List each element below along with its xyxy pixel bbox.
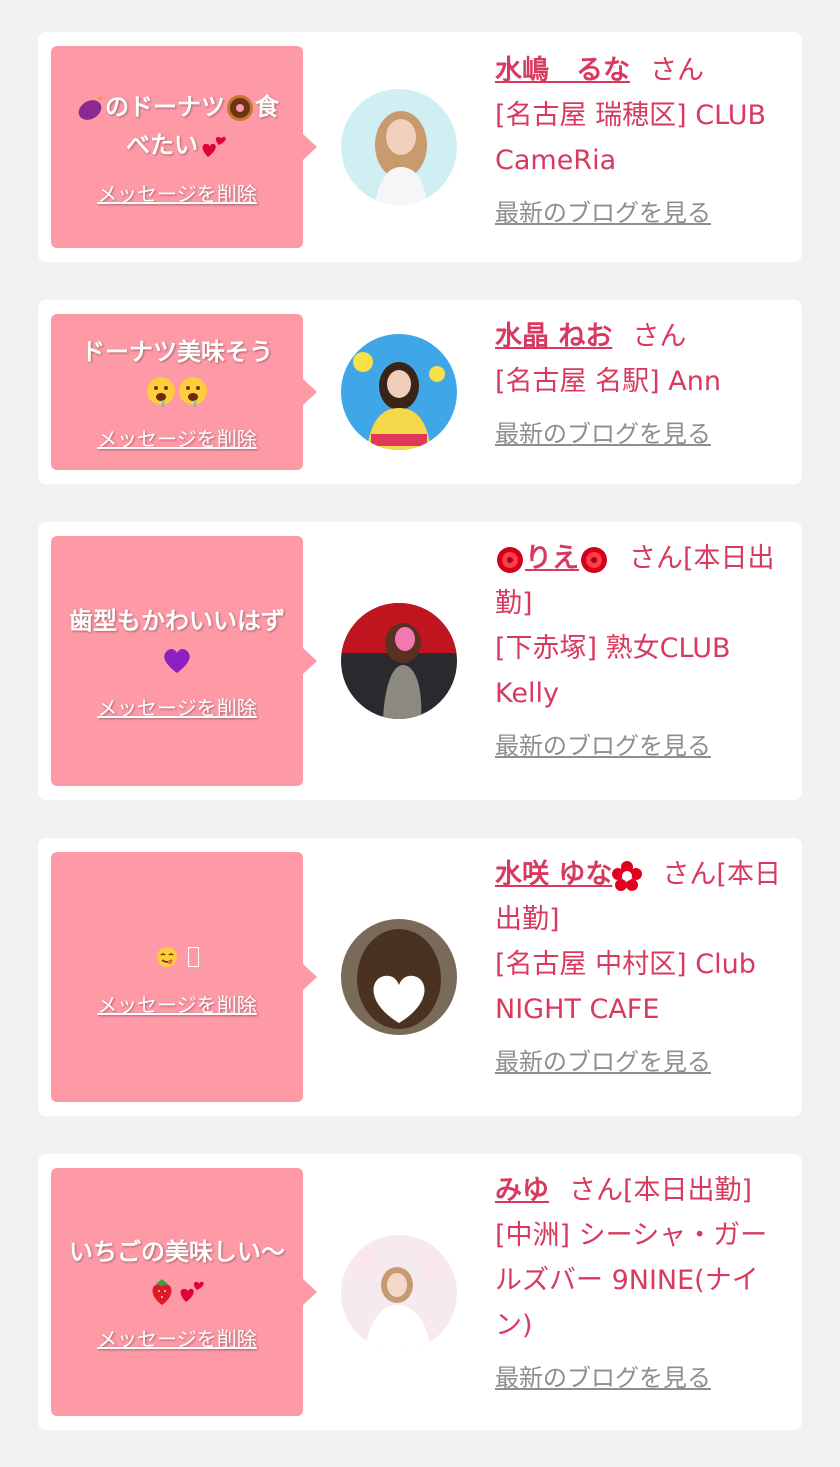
message-text: [155, 937, 199, 975]
shop-info: [名古屋 中村区] Club NIGHT CAFE: [495, 949, 756, 1025]
delete-message-link[interactable]: メッセージを削除: [97, 1323, 257, 1352]
drooling-face-icon: [179, 376, 207, 407]
avatar[interactable]: [341, 919, 457, 1035]
message-bubble: メッセージを削除: [51, 852, 317, 1102]
cast-name-link[interactable]: 水晶 ねお: [495, 321, 612, 352]
donut-icon: [227, 94, 253, 121]
honorific: さん: [632, 321, 687, 352]
avatar[interactable]: [341, 603, 457, 719]
latest-blog-link[interactable]: 最新のブログを見る: [495, 416, 782, 452]
message-bubble: いちごの美味しい〜 メッセージを削除: [51, 1168, 317, 1416]
cast-name-link[interactable]: りえ: [495, 543, 609, 574]
message-card: 歯型もかわいいはず メッセージを削除 りえ さん[本日出勤] [下赤塚] 熟女CL…: [38, 522, 802, 800]
message-text: ドーナツ美味そう: [81, 333, 273, 409]
unknown-glyph-icon: [187, 946, 199, 967]
cast-info: 水晶 ねお さん [名古屋 名駅] Ann 最新のブログを見る: [495, 314, 782, 452]
shop-info: [名古屋 瑞穂区] CLUB CameRia: [495, 100, 767, 176]
delete-message-link[interactable]: メッセージを削除: [97, 692, 257, 721]
honorific: さん[本日出勤]: [569, 1175, 753, 1206]
yummy-face-icon: [157, 946, 178, 967]
message-text: 歯型もかわいいはず: [65, 602, 289, 678]
drooling-face-icon: [147, 376, 175, 407]
message-card: メッセージを削除 水咲 ゆな さん[本日出勤] [名古屋 中村区] Club NI…: [38, 838, 802, 1116]
message-card: ドーナツ美味そう メッセージを削除 水晶 ねお さん [名古屋 名駅] Ann 最…: [38, 300, 802, 484]
rose-icon: [497, 546, 523, 573]
cast-info: 水嶋 るな さん [名古屋 瑞穂区] CLUB CameRia 最新のブログを見る: [495, 48, 782, 231]
latest-blog-link[interactable]: 最新のブログを見る: [495, 1360, 782, 1396]
latest-blog-link[interactable]: 最新のブログを見る: [495, 195, 782, 231]
shop-info: [名古屋 名駅] Ann: [495, 366, 721, 397]
cast-name-link[interactable]: 水嶋 るな: [495, 55, 630, 86]
cast-name-link[interactable]: みゆ: [495, 1175, 549, 1206]
delete-message-link[interactable]: メッセージを削除: [97, 989, 257, 1018]
message-bubble: ドーナツ美味そう メッセージを削除: [51, 314, 317, 470]
shop-info: [中洲] シーシャ・ガールズバー 9NINE(ナイン): [495, 1220, 768, 1341]
avatar[interactable]: [341, 334, 457, 450]
purple-heart-icon: [164, 648, 190, 673]
message-text: のドーナツ 食べたい: [65, 88, 289, 164]
latest-blog-link[interactable]: 最新のブログを見る: [495, 728, 782, 764]
flower-icon: [612, 860, 643, 891]
honorific: さん: [650, 55, 704, 86]
delete-message-link[interactable]: メッセージを削除: [97, 178, 257, 207]
delete-message-link[interactable]: メッセージを削除: [97, 423, 257, 452]
message-card: いちごの美味しい〜 メッセージを削除 みゆ さん[本日出勤] [中洲] シーシャ・…: [38, 1154, 802, 1430]
rose-icon: [581, 546, 607, 573]
two-hearts-icon: [202, 136, 226, 157]
sweet-potato-icon: [78, 95, 102, 120]
two-hearts-icon: [180, 1281, 204, 1302]
shop-info: [下赤塚] 熟女CLUB Kelly: [495, 633, 731, 709]
avatar[interactable]: [341, 1235, 457, 1351]
message-text: いちごの美味しい〜: [65, 1233, 289, 1309]
cast-info: 水咲 ゆな さん[本日出勤] [名古屋 中村区] Club NIGHT CAFE …: [495, 852, 782, 1080]
strawberry-icon: [152, 1278, 172, 1305]
cast-info: りえ さん[本日出勤] [下赤塚] 熟女CLUB Kelly 最新のブログを見る: [495, 536, 782, 764]
cast-info: みゆ さん[本日出勤] [中洲] シーシャ・ガールズバー 9NINE(ナイン) 最…: [495, 1168, 782, 1396]
cast-name-link[interactable]: 水咲 ゆな: [495, 859, 643, 891]
message-bubble: のドーナツ 食べたい メッセージを削除: [51, 46, 317, 248]
latest-blog-link[interactable]: 最新のブログを見る: [495, 1044, 782, 1080]
avatar[interactable]: [341, 89, 457, 205]
message-card: のドーナツ 食べたい メッセージを削除 水嶋 るな さん [名古屋 瑞穂区] CL…: [38, 32, 802, 262]
message-bubble: 歯型もかわいいはず メッセージを削除: [51, 536, 317, 786]
